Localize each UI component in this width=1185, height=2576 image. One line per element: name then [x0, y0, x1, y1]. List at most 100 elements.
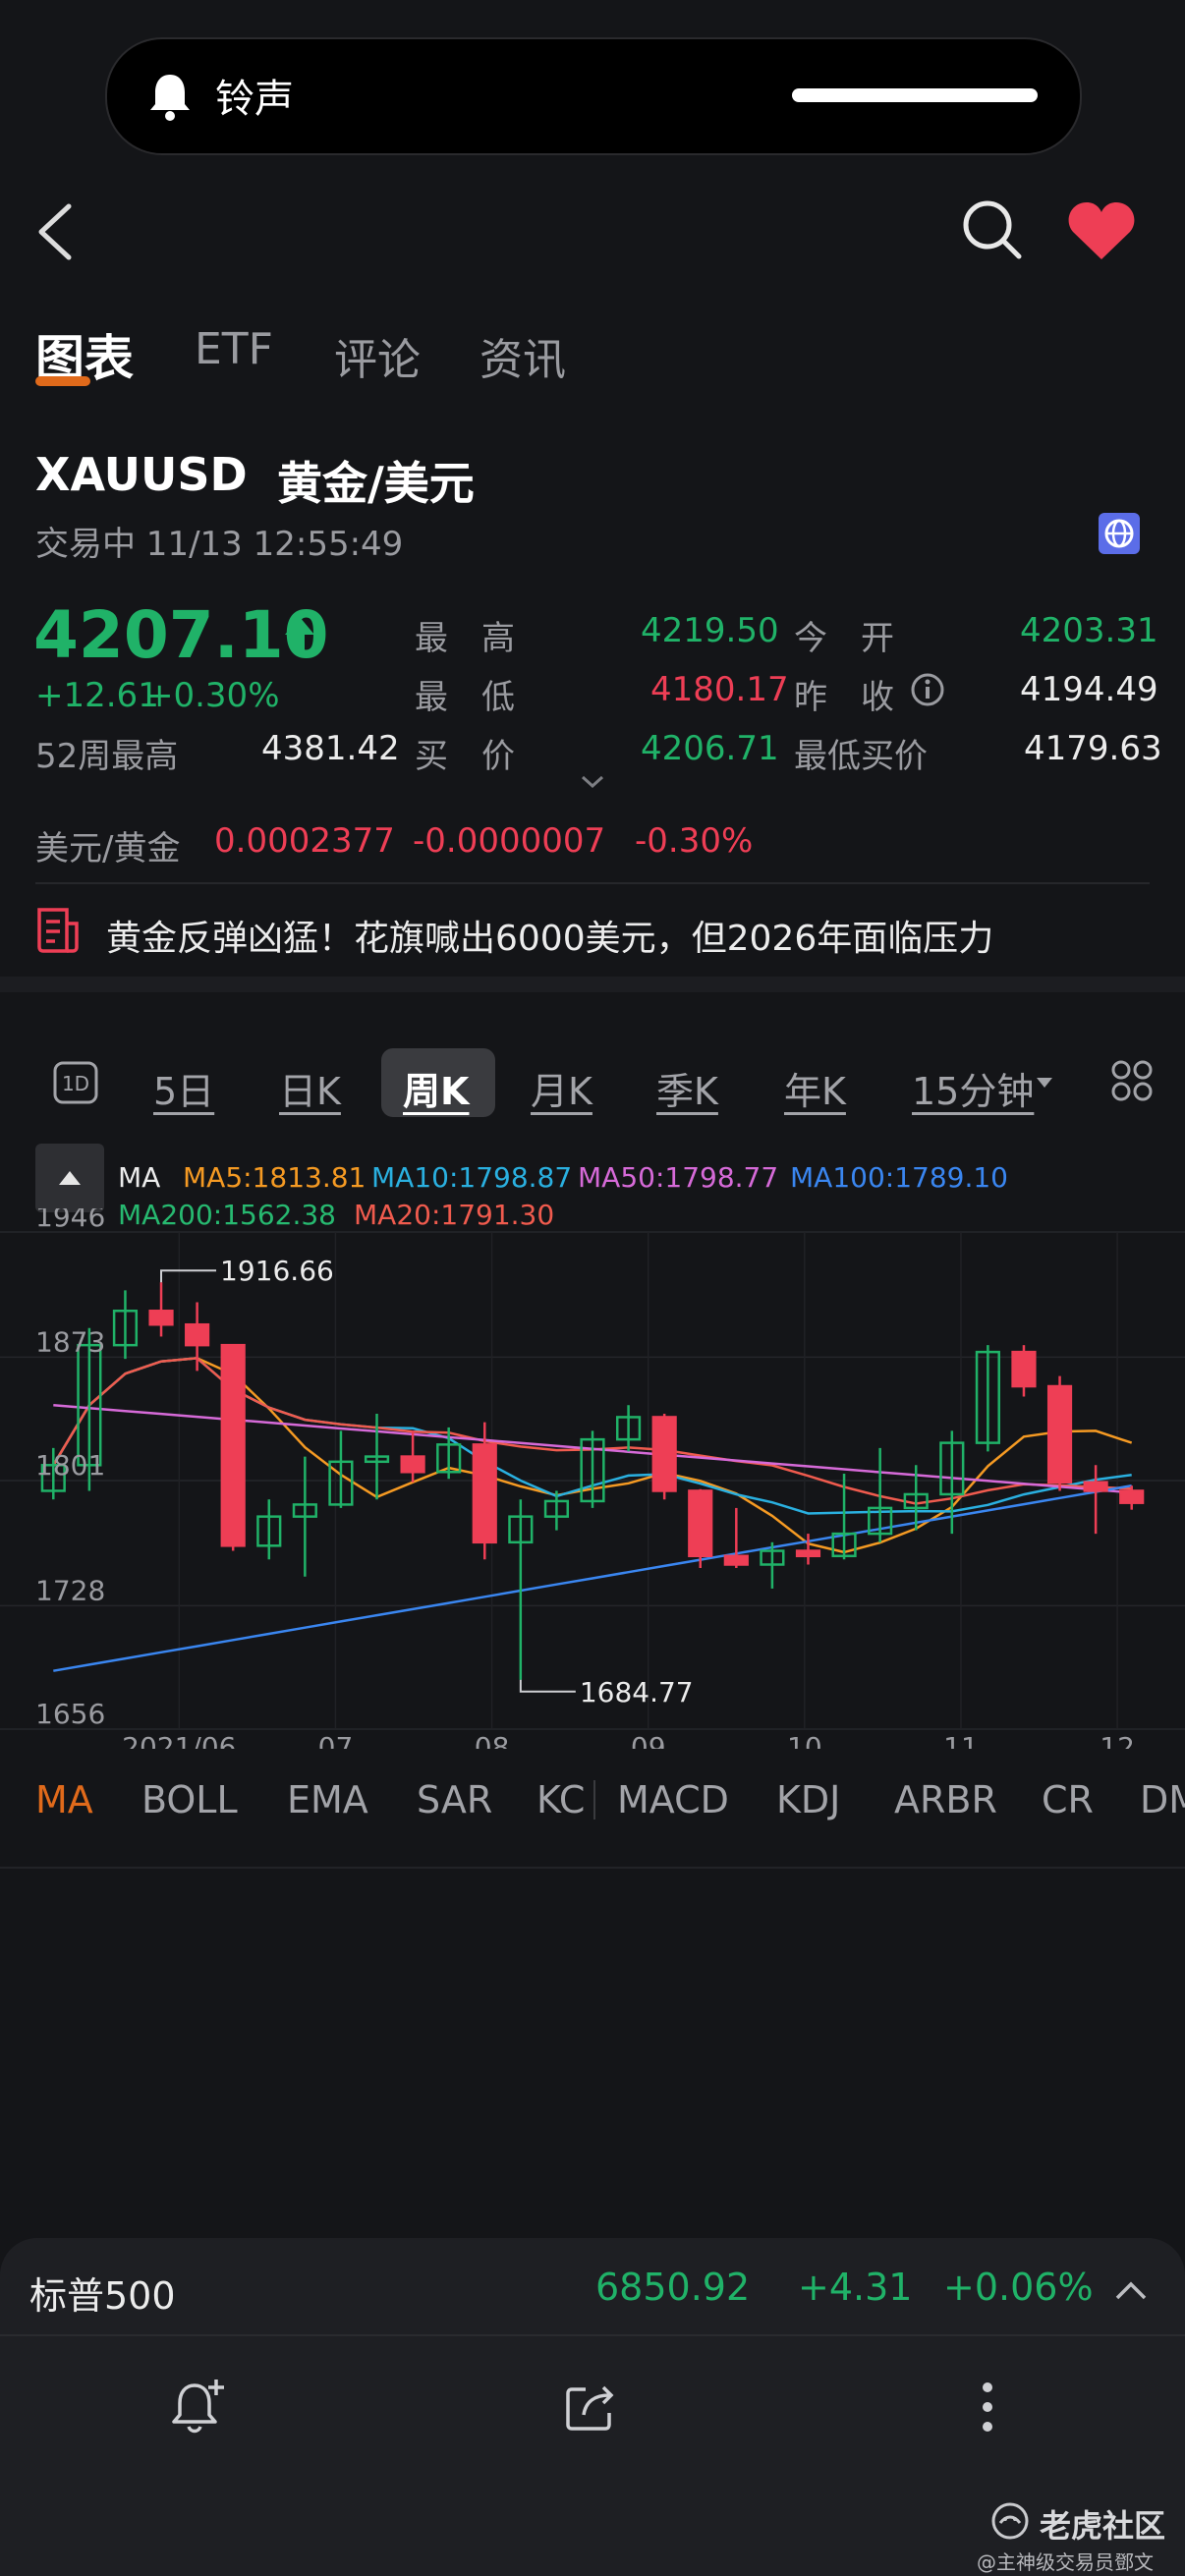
trading-status: 交易中 11/13 12:55:49: [35, 525, 404, 564]
candle-body: [1119, 1489, 1145, 1504]
price-change-pct: +0.30%: [145, 676, 280, 715]
low-label: 最 低: [415, 678, 515, 717]
add-alert-bell-icon[interactable]: [169, 2376, 228, 2436]
indicator-dmi[interactable]: DMI: [1140, 1778, 1185, 1821]
period-monthly[interactable]: 月K: [531, 1061, 592, 1115]
week52-high-label: 52周最高: [35, 737, 179, 776]
dropdown-caret-icon[interactable]: [1036, 1077, 1053, 1089]
min-price-label: 1684.77: [580, 1676, 694, 1708]
indicator-ema[interactable]: EMA: [287, 1778, 368, 1821]
indicator-overflow-clip: DMI: [1138, 1768, 1185, 1837]
fx-change: -0.0000007: [413, 821, 606, 861]
candle-body: [1011, 1350, 1037, 1388]
ticker-name[interactable]: 标普500: [29, 2266, 176, 2320]
notification-handle[interactable]: [792, 88, 1038, 102]
tab-news[interactable]: 资讯: [480, 324, 566, 387]
indicator-ma[interactable]: MA: [35, 1778, 93, 1821]
fx-value: 0.0002377: [214, 821, 395, 861]
max-leader-line: [160, 1269, 217, 1283]
info-icon[interactable]: [910, 672, 945, 707]
y-tick-label: 1873: [35, 1325, 105, 1358]
favorite-heart-icon[interactable]: [1067, 200, 1136, 261]
high-value: 4219.50: [641, 611, 779, 650]
ma-legend-title: MA: [118, 1161, 161, 1194]
candlestick-chart[interactable]: 1946 1873 1801 1728 1656 2021/06 07 08 09 10 11 12…: [0, 1208, 1185, 1749]
open-value: 4203.31: [1020, 611, 1158, 650]
x-tick-label: 10: [787, 1731, 822, 1749]
x-tick-label: 08: [475, 1731, 510, 1749]
candle-body: [1046, 1384, 1073, 1484]
y-axis-labels: 1946 1873 1801 1728 1656: [35, 1208, 105, 1730]
period-15min[interactable]: 15分钟: [912, 1061, 1034, 1115]
indicator-kdj[interactable]: KDJ: [776, 1778, 840, 1821]
notification-text: 铃声: [215, 77, 294, 122]
indicator-boll[interactable]: BOLL: [141, 1778, 238, 1821]
symbol-name: 黄金/美元: [277, 457, 475, 510]
more-options-icon[interactable]: [973, 2378, 1002, 2436]
min-leader-line: [519, 1679, 576, 1693]
prev-close-label: 昨 收: [794, 678, 894, 717]
candle-body: [795, 1549, 821, 1558]
candle-body: [723, 1554, 749, 1566]
bell-icon: [150, 75, 190, 121]
symbol-code: XAUUSD: [35, 448, 248, 501]
x-axis-labels: 2021/06 07 08 09 10 11 12: [122, 1731, 1135, 1749]
period-daily[interactable]: 日K: [279, 1061, 341, 1115]
divider: [0, 1867, 1185, 1869]
moving-average-lines: [52, 1357, 1133, 1672]
tab-comments[interactable]: 评论: [334, 324, 421, 387]
candle-body: [148, 1310, 174, 1326]
price-change: +12.61: [35, 676, 159, 715]
news-headline[interactable]: 黄金反弹凶猛！花旗喊出6000美元，但2026年面临压力: [106, 910, 993, 961]
period-yearly[interactable]: 年K: [784, 1061, 846, 1115]
fx-label: 美元/黄金: [35, 829, 181, 868]
globe-icon[interactable]: [1099, 513, 1140, 554]
section-divider: [0, 977, 1185, 992]
x-tick-label: 07: [318, 1731, 354, 1749]
period-quarterly[interactable]: 季K: [656, 1061, 718, 1115]
period-weekly[interactable]: 周K: [403, 1061, 469, 1115]
candle-body: [472, 1443, 497, 1544]
tab-etf[interactable]: ETF: [195, 324, 273, 374]
week52-high-value: 4381.42: [261, 729, 400, 768]
candle-body: [1083, 1481, 1108, 1492]
period-5d[interactable]: 5日: [153, 1061, 214, 1115]
svg-text:1D: 1D: [62, 1072, 89, 1095]
x-tick-label: 12: [1100, 1731, 1135, 1749]
watermark-user: @主神级交易员鄧文: [977, 2550, 1154, 2574]
ma50-value: MA50:1798.77: [578, 1161, 779, 1194]
share-icon[interactable]: [564, 2381, 619, 2433]
search-icon[interactable]: [961, 198, 1024, 261]
divider: [0, 2334, 1185, 2336]
chevron-down-icon[interactable]: [580, 774, 605, 790]
min-bid-label: 最低买价: [794, 737, 928, 776]
ticker-change-pct: +0.06%: [943, 2266, 1094, 2309]
back-arrow-icon[interactable]: [33, 202, 77, 261]
period-1d-icon[interactable]: 1D: [53, 1061, 98, 1104]
prev-close-value: 4194.49: [1020, 670, 1158, 709]
candle-body: [185, 1322, 210, 1347]
fx-pct: -0.30%: [635, 821, 754, 861]
ticker-price: 6850.92: [595, 2266, 751, 2309]
chevron-up-icon[interactable]: [1114, 2279, 1148, 2301]
candle-body: [651, 1416, 677, 1492]
up-arrow-icon: [285, 617, 314, 654]
indicator-macd[interactable]: MACD: [617, 1778, 729, 1821]
candle-body: [688, 1489, 713, 1558]
x-tick-label: 2021/06: [122, 1731, 236, 1749]
low-value: 4180.17: [650, 670, 789, 709]
ma100-value: MA100:1789.10: [790, 1161, 1008, 1194]
high-label: 最 高: [415, 619, 515, 658]
grid-layout-icon[interactable]: [1110, 1059, 1154, 1102]
notification-banner[interactable]: 铃声: [105, 37, 1082, 155]
indicator-arbr[interactable]: ARBR: [894, 1778, 997, 1821]
indicator-sar[interactable]: SAR: [417, 1778, 492, 1821]
indicator-cr[interactable]: CR: [1042, 1778, 1094, 1821]
collapse-legend-icon[interactable]: [35, 1144, 104, 1212]
indicator-kc[interactable]: KC: [536, 1778, 585, 1821]
ma10-value: MA10:1798.87: [371, 1161, 573, 1194]
max-price-label: 1916.66: [220, 1255, 334, 1287]
bid-label: 买 价: [415, 737, 515, 776]
bottom-panel: 标普500 6850.92 +4.31 +0.06% 老虎社区 @主神级交易员鄧…: [0, 2238, 1185, 2576]
y-tick-label: 1946: [35, 1208, 105, 1233]
